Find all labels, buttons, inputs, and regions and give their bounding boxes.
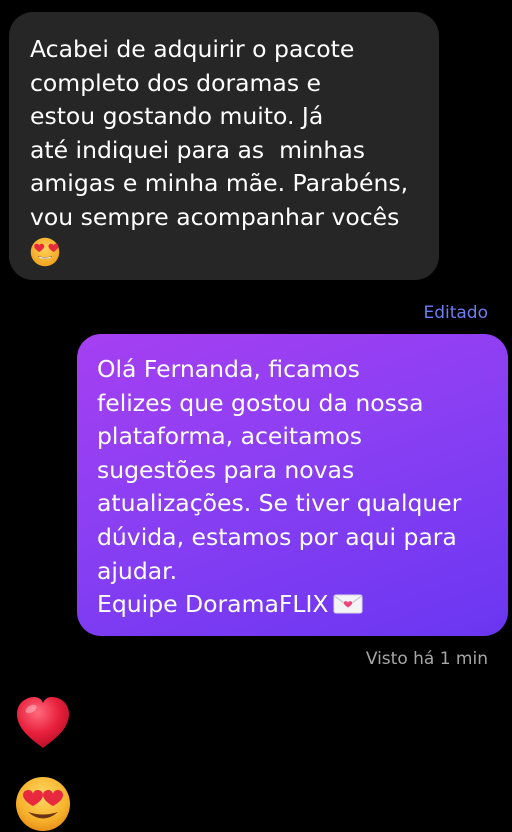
edited-label: Editado <box>423 303 488 323</box>
outgoing-message-line: ajudar. <box>97 556 178 585</box>
incoming-message-line: estou gostando muito. Já <box>30 102 324 131</box>
heart-eyes-emoji-icon <box>30 237 60 266</box>
incoming-message-line: vou sempre acompanhar vocês <box>30 202 400 231</box>
incoming-message-line: até indiquei para as minhas <box>30 135 365 164</box>
signature-text: Equipe DoramaFLIX <box>97 590 329 619</box>
incoming-message-line: Acabei de adquirir o pacote <box>30 35 355 63</box>
seen-status-label: Visto há 1 min <box>365 649 488 669</box>
outgoing-message-line: sugestões para novas <box>97 455 355 484</box>
incoming-message-line: amigas e minha mãe. Parabéns, <box>30 169 409 198</box>
love-letter-icon <box>333 594 363 614</box>
outgoing-message-line: Olá Fernanda, ficamos <box>97 355 360 383</box>
outgoing-signature-line: Equipe DoramaFLIX <box>97 588 494 622</box>
outgoing-message-line: plataforma, aceitamos <box>97 422 363 451</box>
incoming-message-bubble[interactable]: Acabei de adquirir o pacote completo dos… <box>9 12 439 280</box>
outgoing-message-line: dúvida, estamos por aqui para <box>97 522 457 551</box>
heart-eyes-reaction-icon[interactable] <box>15 776 71 832</box>
outgoing-message-line: atualizações. Se tiver qualquer <box>97 489 462 518</box>
outgoing-message-line: felizes que gostou da nossa <box>97 388 424 417</box>
outgoing-message-bubble[interactable]: Olá Fernanda, ficamos felizes que gostou… <box>77 334 508 636</box>
red-heart-reaction-icon[interactable] <box>14 694 72 752</box>
chat-thread: Acabei de adquirir o pacote completo dos… <box>0 0 512 832</box>
incoming-message-line: completo dos doramas e <box>30 68 321 97</box>
